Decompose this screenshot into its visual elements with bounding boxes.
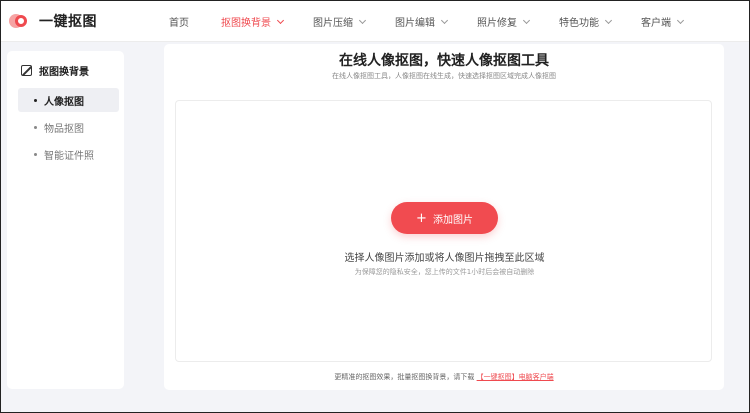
bullet-icon	[34, 125, 37, 129]
upload-dropzone[interactable]: + 添加图片 选择人像图片添加或将人像图片拖拽至此区域 为保障您的隐私安全，您上…	[175, 100, 712, 362]
top-navbar: 一键抠图 首页 抠图换背景 图片压缩 图片编辑 照片修复 特色功能 客户端	[1, 1, 749, 42]
sidebar-item-id-photo[interactable]: 智能证件照	[18, 142, 119, 166]
client-download-link[interactable]: 【一键抠图】电脑客户端	[477, 373, 554, 381]
privacy-note: 为保障您的隐私安全，您上传的文件1小时后会被自动删除	[354, 268, 535, 276]
nav-photo-repair[interactable]: 照片修复	[477, 1, 531, 42]
chevron-down-icon	[276, 16, 285, 24]
nav-image-compress-label: 图片压缩	[313, 18, 353, 29]
add-image-button[interactable]: + 添加图片	[391, 202, 498, 234]
chevron-down-icon	[358, 16, 367, 24]
logo-text: 一键抠图	[39, 14, 97, 30]
nav-cutout-background[interactable]: 抠图换背景	[221, 1, 285, 42]
download-promo-text: 更精准的抠图效果，批量抠图换背景，请下载	[334, 373, 475, 381]
cutout-icon	[21, 65, 32, 76]
bullet-icon	[34, 152, 37, 156]
page-subtitle: 在线人像抠图工具，人像抠图在线生成，快速选择抠图区域完成人像抠图	[332, 72, 556, 80]
logo[interactable]: 一键抠图	[9, 11, 97, 31]
main-panel: 在线人像抠图，快速人像抠图工具 在线人像抠图工具，人像抠图在线生成，快速选择抠图…	[164, 44, 724, 390]
chevron-down-icon	[522, 16, 531, 24]
logo-icon	[9, 14, 31, 28]
nav-client[interactable]: 客户端	[641, 1, 685, 42]
sidebar-item-label: 物品抠图	[44, 123, 84, 135]
sidebar-item-label: 人像抠图	[44, 96, 84, 108]
chevron-down-icon	[604, 16, 613, 24]
upload-hint: 选择人像图片添加或将人像图片拖拽至此区域	[344, 253, 545, 264]
sidebar-item-label: 智能证件照	[44, 150, 94, 162]
nav-special-features-label: 特色功能	[559, 18, 599, 29]
sidebar: 抠图换背景 人像抠图 物品抠图 智能证件照	[7, 51, 124, 389]
chevron-down-icon	[676, 16, 685, 24]
add-image-button-label: 添加图片	[432, 214, 473, 226]
plus-icon: +	[416, 210, 427, 226]
nav-image-compress[interactable]: 图片压缩	[313, 1, 367, 42]
nav-home[interactable]: 首页	[169, 1, 189, 42]
chevron-down-icon	[440, 16, 449, 24]
nav-image-edit[interactable]: 图片编辑	[395, 1, 449, 42]
nav-home-label: 首页	[169, 18, 189, 29]
download-promo: 更精准的抠图效果，批量抠图换背景，请下载 【一键抠图】电脑客户端	[164, 372, 724, 382]
page-title: 在线人像抠图，快速人像抠图工具	[339, 53, 549, 69]
sidebar-item-portrait-cutout[interactable]: 人像抠图	[18, 88, 119, 112]
bullet-icon	[34, 98, 37, 102]
nav-client-label: 客户端	[641, 18, 671, 29]
nav-image-edit-label: 图片编辑	[395, 18, 435, 29]
sidebar-title: 抠图换背景	[39, 67, 89, 78]
main-nav: 首页 抠图换背景 图片压缩 图片编辑 照片修复 特色功能 客户端	[169, 1, 685, 42]
nav-cutout-background-label: 抠图换背景	[221, 18, 271, 29]
sidebar-header: 抠图换背景	[21, 63, 89, 78]
nav-photo-repair-label: 照片修复	[477, 18, 517, 29]
sidebar-item-object-cutout[interactable]: 物品抠图	[18, 115, 119, 139]
nav-special-features[interactable]: 特色功能	[559, 1, 613, 42]
